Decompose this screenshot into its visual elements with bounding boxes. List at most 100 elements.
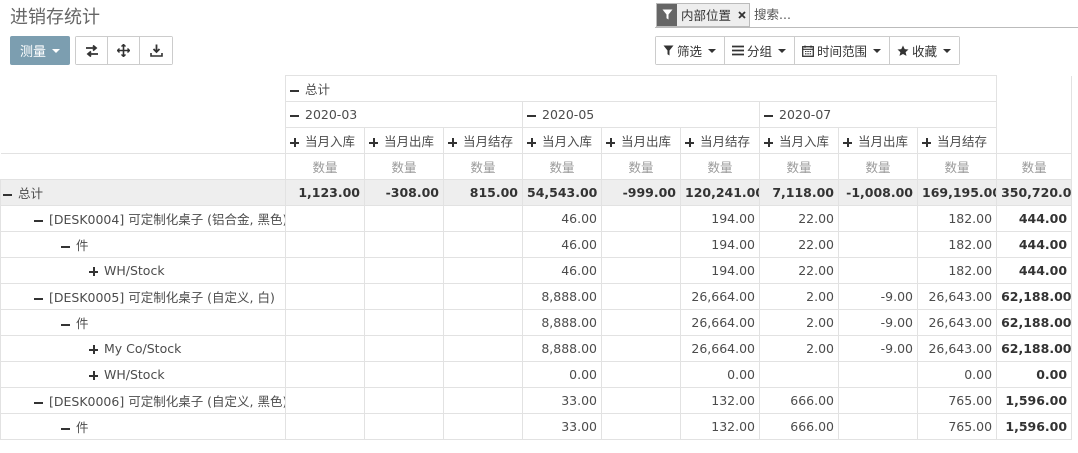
close-icon[interactable] [735,3,750,26]
measure-header[interactable]: 数量 [601,153,681,180]
expand-all-button[interactable] [108,37,140,64]
pivot-cell[interactable]: 0.00 [680,361,760,388]
row-total-cell[interactable]: 444.00 [996,257,1073,284]
pivot-cell[interactable]: 26,643.00 [916,335,998,362]
pivot-cell[interactable] [364,231,444,258]
col-header-sub[interactable]: 当月入库 [759,127,839,154]
pivot-cell[interactable] [601,205,681,232]
pivot-cell[interactable]: 22.00 [759,231,839,258]
pivot-cell[interactable] [759,361,839,388]
row-header[interactable]: WH/Stock [0,361,286,388]
row-header[interactable]: My Co/Stock [0,335,286,362]
measure-header[interactable]: 数量 [759,153,839,180]
col-header-sub[interactable]: 当月出库 [838,127,918,154]
pivot-cell[interactable] [601,283,681,310]
col-header-sub[interactable]: 当月入库 [285,127,365,154]
measure-header[interactable]: 数量 [364,153,444,180]
pivot-cell[interactable] [364,335,444,362]
pivot-cell[interactable]: 666.00 [759,387,839,414]
flip-axis-button[interactable] [76,37,108,64]
pivot-cell[interactable] [364,283,444,310]
pivot-cell[interactable]: 2.00 [759,335,839,362]
pivot-cell[interactable]: -1,008.00 [838,179,918,206]
pivot-cell[interactable] [443,283,523,310]
measure-header[interactable]: 数量 [996,153,1073,180]
pivot-cell[interactable] [364,387,444,414]
pivot-cell[interactable] [443,413,523,440]
row-total-cell[interactable]: 1,596.00 [996,413,1073,440]
row-header[interactable]: 总计 [0,179,286,206]
measure-dropdown-button[interactable]: 测量 [10,36,70,65]
pivot-cell[interactable] [443,387,523,414]
pivot-cell[interactable] [443,335,523,362]
group-by-dropdown-button[interactable]: 分组 [725,37,796,64]
row-total-cell[interactable]: 0.00 [996,361,1073,388]
pivot-cell[interactable]: 132.00 [680,413,760,440]
pivot-cell[interactable]: 8,888.00 [522,309,602,336]
pivot-cell[interactable] [285,309,365,336]
pivot-cell[interactable] [364,257,444,284]
col-header-month[interactable]: 2020-07 [758,101,998,128]
measure-header[interactable]: 数量 [285,153,365,180]
pivot-cell[interactable]: 169,195.00 [916,179,998,206]
pivot-cell[interactable] [285,205,365,232]
pivot-cell[interactable]: 2.00 [759,309,839,336]
pivot-cell[interactable]: 26,664.00 [680,309,760,336]
pivot-cell[interactable]: 26,643.00 [916,309,998,336]
pivot-cell[interactable]: -9.00 [838,335,918,362]
pivot-cell[interactable]: 26,664.00 [680,335,760,362]
col-header-sub[interactable]: 当月出库 [364,127,444,154]
pivot-cell[interactable] [443,205,523,232]
pivot-cell[interactable]: 120,241.00 [680,179,760,206]
pivot-cell[interactable] [838,231,918,258]
pivot-cell[interactable]: 2.00 [759,283,839,310]
col-header-month[interactable]: 2020-03 [285,101,523,128]
pivot-cell[interactable] [285,413,365,440]
pivot-cell[interactable]: -9.00 [838,309,918,336]
pivot-cell[interactable]: 22.00 [759,257,839,284]
pivot-cell[interactable]: 194.00 [680,231,760,258]
measure-header[interactable]: 数量 [680,153,760,180]
pivot-cell[interactable]: -9.00 [838,283,918,310]
pivot-cell[interactable] [443,257,523,284]
pivot-cell[interactable] [285,361,365,388]
pivot-cell[interactable]: 22.00 [759,205,839,232]
pivot-cell[interactable] [364,361,444,388]
pivot-cell[interactable]: 46.00 [522,257,602,284]
row-header[interactable]: [DESK0004] 可定制化桌子 (铝合金, 黑色) [0,205,286,232]
col-header-sub[interactable]: 当月出库 [601,127,681,154]
pivot-cell[interactable]: 1,123.00 [285,179,365,206]
pivot-cell[interactable]: 54,543.00 [522,179,602,206]
row-header[interactable]: 件 [0,413,286,440]
pivot-cell[interactable] [285,257,365,284]
favorites-dropdown-button[interactable]: 收藏 [890,37,960,64]
pivot-cell[interactable]: 7,118.00 [759,179,839,206]
pivot-cell[interactable]: 194.00 [680,205,760,232]
measure-header[interactable]: 数量 [522,153,602,180]
measure-header[interactable]: 数量 [443,153,523,180]
pivot-cell[interactable] [364,309,444,336]
pivot-cell[interactable] [443,309,523,336]
pivot-cell[interactable]: 46.00 [522,205,602,232]
pivot-cell[interactable]: 8,888.00 [522,335,602,362]
pivot-cell[interactable] [838,257,918,284]
pivot-cell[interactable] [601,361,681,388]
pivot-cell[interactable] [285,387,365,414]
pivot-cell[interactable] [601,413,681,440]
row-total-cell[interactable]: 62,188.00 [996,283,1073,310]
measure-header[interactable]: 数量 [916,153,998,180]
pivot-cell[interactable] [601,387,681,414]
pivot-cell[interactable]: 0.00 [916,361,998,388]
pivot-cell[interactable] [601,257,681,284]
row-total-cell[interactable]: 1,596.00 [996,387,1073,414]
pivot-cell[interactable]: 815.00 [443,179,523,206]
time-range-dropdown-button[interactable]: 时间范围 [795,37,891,64]
pivot-cell[interactable] [838,205,918,232]
pivot-cell[interactable] [285,231,365,258]
col-header-total[interactable]: 总计 [284,75,998,102]
pivot-cell[interactable]: 33.00 [522,387,602,414]
col-header-sub[interactable]: 当月结存 [680,127,760,154]
pivot-cell[interactable] [285,335,365,362]
search-input[interactable] [754,3,1078,26]
pivot-cell[interactable]: 765.00 [916,387,998,414]
